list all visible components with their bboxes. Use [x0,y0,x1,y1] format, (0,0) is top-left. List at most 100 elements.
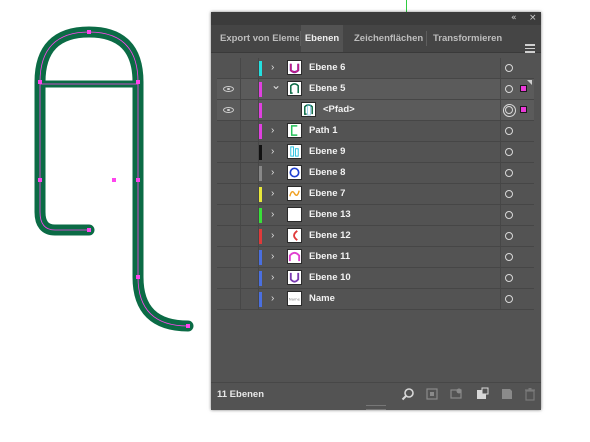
lock-toggle[interactable] [241,184,259,204]
target-circle-icon[interactable] [503,104,516,117]
layer-thumbnail [287,207,302,222]
layer-row[interactable]: › Ebene 8 [217,163,534,184]
lock-toggle[interactable] [241,79,259,99]
tab-layers[interactable]: Ebenen [301,25,343,52]
selection-indicator[interactable] [520,106,527,113]
target-circle-icon[interactable] [505,253,513,261]
panel-menu-icon[interactable] [525,44,535,55]
collect-icon[interactable] [425,387,439,401]
layer-name[interactable]: Path 1 [309,121,338,141]
column-divider [500,58,501,78]
visibility-toggle[interactable] [217,100,241,120]
layer-row[interactable]: › Ebene 7 [217,184,534,205]
layer-name[interactable]: Ebene 11 [309,247,350,267]
visibility-toggle[interactable] [217,142,241,162]
target-circle-icon[interactable] [505,148,513,156]
visibility-toggle[interactable] [217,226,241,246]
target-circle-icon[interactable] [505,127,513,135]
chevron-right-icon[interactable]: › [271,226,274,246]
search-icon[interactable] [401,387,415,401]
layer-color-swatch [259,208,262,223]
lock-toggle[interactable] [241,247,259,267]
column-divider [500,205,501,225]
layer-row[interactable]: › Ebene 10 [217,268,534,289]
lock-toggle[interactable] [241,268,259,288]
layer-name[interactable]: Ebene 8 [309,163,345,183]
target-circle-icon[interactable] [505,64,513,72]
layer-name[interactable]: Ebene 5 [309,79,345,99]
layer-row[interactable]: › Ebene 12 [217,226,534,247]
layer-name[interactable]: Ebene 13 [309,205,351,225]
visibility-toggle[interactable] [217,184,241,204]
layer-row[interactable]: › Name Name [217,289,534,310]
clip-mask-icon[interactable] [449,387,463,401]
visibility-toggle[interactable] [217,289,241,309]
chevron-right-icon[interactable]: › [271,121,274,141]
target-circle-icon[interactable] [505,190,513,198]
close-icon[interactable]: × [529,12,537,25]
visibility-toggle[interactable] [217,247,241,267]
layer-row[interactable]: › Ebene 11 [217,247,534,268]
tab-export[interactable]: Export von Elemente [211,25,299,52]
new-layer-icon[interactable] [500,387,514,401]
tab-artboards[interactable]: Zeichenflächen [347,25,425,52]
visibility-toggle[interactable] [217,121,241,141]
lock-toggle[interactable] [241,289,259,309]
column-divider [500,247,501,267]
collapse-icon[interactable]: « [511,12,517,25]
layer-row[interactable]: › Ebene 6 [217,58,534,79]
layer-thumbnail [287,270,302,285]
layer-name[interactable]: Ebene 10 [309,268,351,288]
anchor-points[interactable] [38,30,190,328]
target-circle-icon[interactable] [505,85,513,93]
layer-name[interactable]: Ebene 7 [309,184,345,204]
layer-color-swatch [259,292,262,307]
chevron-right-icon[interactable]: › [271,142,274,162]
layer-row[interactable]: › Path 1 [217,121,534,142]
chevron-right-icon[interactable]: › [271,247,274,267]
trash-icon[interactable] [523,387,537,401]
chevron-down-icon[interactable]: ⌄ [271,75,281,95]
visibility-toggle[interactable] [217,79,241,99]
chevron-right-icon[interactable]: › [271,184,274,204]
sublayer-row[interactable]: <Pfad> [217,100,534,121]
chevron-right-icon[interactable]: › [271,163,274,183]
layer-color-swatch [259,229,262,244]
new-sublayer-icon[interactable] [475,387,489,401]
artboard-canvas[interactable] [0,0,210,442]
tab-transform[interactable]: Transformieren [427,25,507,52]
layer-name[interactable]: Ebene 9 [309,142,345,162]
layer-name[interactable]: <Pfad> [323,100,355,120]
layer-row[interactable]: ⌄ Ebene 5 [217,78,534,100]
lock-toggle[interactable] [241,121,259,141]
layer-row[interactable]: › Ebene 13 [217,205,534,226]
visibility-toggle[interactable] [217,163,241,183]
layer-thumbnail [287,123,302,138]
column-divider [500,289,501,309]
resize-grip[interactable] [366,405,386,410]
lock-toggle[interactable] [241,163,259,183]
layer-name[interactable]: Ebene 12 [309,226,351,246]
lock-toggle[interactable] [241,58,259,78]
lock-toggle[interactable] [241,226,259,246]
chevron-right-icon[interactable]: › [271,205,274,225]
layer-name[interactable]: Name [309,289,335,309]
target-circle-icon[interactable] [505,232,513,240]
target-circle-icon[interactable] [505,295,513,303]
lock-toggle[interactable] [241,205,259,225]
layer-color-swatch [259,124,262,139]
target-circle-icon[interactable] [505,211,513,219]
lock-toggle[interactable] [241,100,259,120]
selection-indicator[interactable] [520,85,527,92]
chevron-right-icon[interactable]: › [271,268,274,288]
target-circle-icon[interactable] [505,169,513,177]
visibility-toggle[interactable] [217,268,241,288]
layer-row[interactable]: › Ebene 9 [217,142,534,163]
visibility-toggle[interactable] [217,205,241,225]
chevron-right-icon[interactable]: › [271,289,274,309]
visibility-toggle[interactable] [217,58,241,78]
lock-toggle[interactable] [241,142,259,162]
panel-titlebar[interactable]: « × [211,12,541,25]
target-circle-icon[interactable] [505,274,513,282]
layer-name[interactable]: Ebene 6 [309,58,345,78]
